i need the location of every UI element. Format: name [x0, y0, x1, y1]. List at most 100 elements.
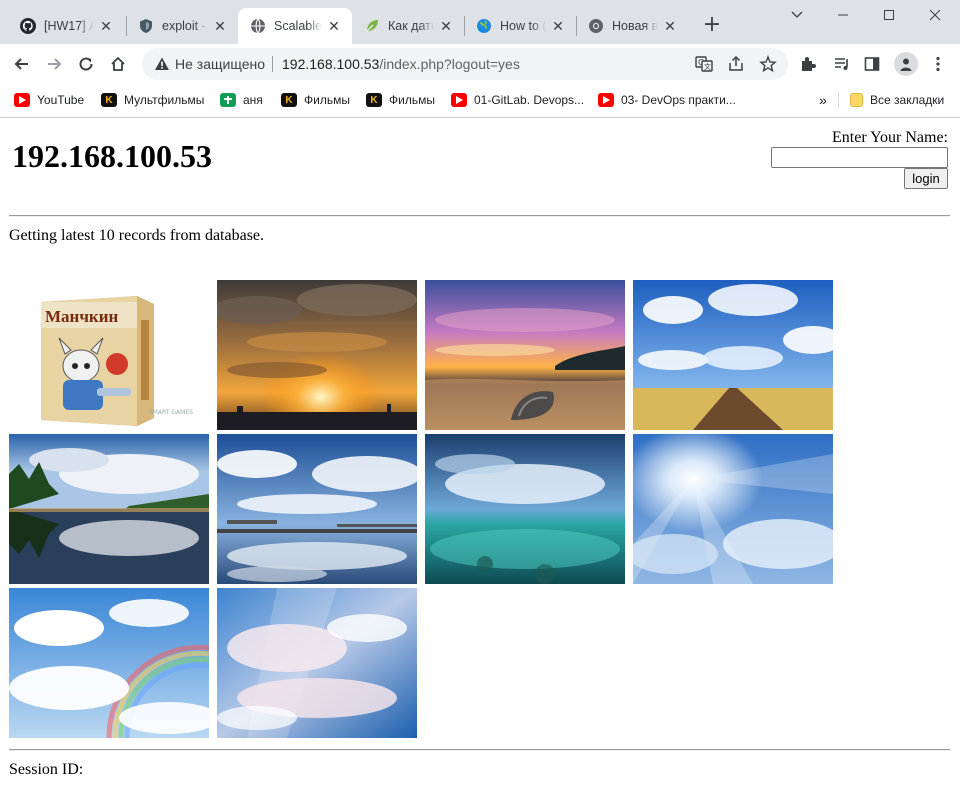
youtube-icon	[598, 93, 614, 107]
reload-button[interactable]	[72, 50, 100, 78]
tab-hw17[interactable]: [HW17] А ✕	[8, 8, 124, 44]
warning-icon[interactable]	[154, 56, 170, 75]
youtube-icon	[451, 93, 467, 107]
share-icon[interactable]	[726, 54, 746, 74]
page-content: 192.168.100.53 Enter Your Name: login Ge…	[0, 118, 960, 810]
bookmark-item[interactable]: YouTube	[14, 92, 84, 108]
all-bookmarks-button[interactable]: Все закладки	[850, 92, 944, 108]
person-icon	[900, 58, 912, 71]
translate-icon[interactable]: G文	[694, 54, 714, 74]
svg-text:文: 文	[704, 62, 711, 71]
tab-title: Как дать	[388, 19, 434, 33]
extensions-icon[interactable]	[798, 54, 818, 74]
forward-button[interactable]	[40, 50, 68, 78]
menu-kebab-icon[interactable]	[928, 54, 948, 74]
records-status-text: Getting latest 10 records from database.	[9, 227, 265, 244]
url-host: 192.168.100.53	[282, 56, 380, 72]
k-icon: K	[281, 93, 297, 107]
github-icon	[20, 18, 36, 34]
back-button[interactable]	[8, 50, 36, 78]
folder-icon	[850, 93, 863, 107]
k-icon: K	[101, 93, 117, 107]
url-text[interactable]: 192.168.100.53/index.php?logout=yes	[282, 56, 520, 72]
bookmarks-divider	[838, 92, 839, 108]
tab-title: exploit -	[162, 19, 206, 33]
bookmark-item[interactable]: K Фильмы	[366, 92, 435, 108]
minimize-icon	[838, 14, 848, 16]
horizontal-rule	[9, 215, 950, 217]
all-bookmarks-label: Все закладки	[870, 93, 945, 107]
close-tab-icon[interactable]: ✕	[98, 18, 114, 34]
home-icon	[111, 56, 125, 71]
media-control-icon[interactable]	[832, 54, 852, 74]
beach-sunset-rock-image	[425, 280, 625, 430]
browser-chrome: [HW17] А ✕ exploit - ✕ Scalable ✕ Как да…	[0, 0, 960, 118]
tab-strip: [HW17] А ✕ exploit - ✕ Scalable ✕ Как да…	[0, 0, 960, 44]
bookmark-label: аня	[243, 93, 263, 107]
bookmarks-overflow-button[interactable]: »	[819, 92, 827, 108]
green-cross-icon	[220, 93, 236, 107]
tab-title: [HW17] А	[44, 19, 94, 33]
tab-search-button[interactable]	[774, 0, 820, 30]
close-tab-icon[interactable]: ✕	[550, 18, 566, 34]
address-divider	[272, 56, 273, 72]
sun-rays-sky-image	[633, 434, 833, 584]
horizontal-rule	[9, 749, 950, 751]
reload-icon	[79, 57, 93, 71]
close-tab-icon[interactable]: ✕	[662, 18, 678, 34]
bookmark-label: Фильмы	[389, 93, 435, 107]
chevron-down-icon	[791, 11, 803, 18]
bookmark-item[interactable]: 01-GitLab. Devops...	[451, 92, 584, 108]
not-secure-label[interactable]: Не защищено	[175, 56, 265, 72]
globe-icon	[476, 18, 492, 34]
sunset-clouds-image	[217, 280, 417, 430]
globe-icon	[250, 18, 266, 34]
shield-icon	[138, 18, 154, 34]
box-title: Манчкин	[45, 307, 119, 326]
bookmark-star-icon[interactable]	[758, 54, 778, 74]
bookmarks-bar: YouTube K Мультфильмы аня K Фильмы K Фил…	[0, 84, 960, 117]
home-button[interactable]	[104, 50, 132, 78]
bookmark-label: Фильмы	[304, 93, 350, 107]
bookmark-item[interactable]: K Фильмы	[281, 92, 350, 108]
minimize-button[interactable]	[820, 0, 866, 30]
close-icon	[929, 9, 941, 21]
leaf-icon	[364, 18, 380, 34]
close-tab-icon[interactable]: ✕	[438, 18, 454, 34]
youtube-icon	[14, 93, 30, 107]
k-icon: K	[366, 93, 382, 107]
maximize-icon	[884, 10, 894, 20]
tab-exploit[interactable]: exploit - ✕	[126, 8, 238, 44]
close-tab-icon[interactable]: ✕	[212, 18, 228, 34]
arrow-left-icon	[14, 58, 28, 70]
bookmark-item[interactable]: аня	[220, 92, 263, 108]
munchkin-box-image: Манчкин SMART GAMES	[9, 280, 209, 430]
maximize-button[interactable]	[866, 0, 912, 30]
page-title: 192.168.100.53	[12, 138, 212, 174]
tab-new[interactable]: Новая в ✕	[576, 8, 688, 44]
tab-scalable[interactable]: Scalable ✕	[238, 8, 352, 44]
side-panel-icon[interactable]	[862, 54, 882, 74]
chevron-double-right-icon: »	[819, 92, 827, 108]
tab-title: Scalable	[274, 19, 322, 33]
profile-avatar[interactable]	[894, 52, 918, 76]
tab-kak-dat[interactable]: Как дать ✕	[352, 8, 464, 44]
toolbar: Не защищено 192.168.100.53/index.php?log…	[0, 44, 960, 84]
name-input[interactable]	[771, 147, 948, 168]
new-tab-button[interactable]: +	[700, 14, 724, 38]
turquoise-sea-image	[425, 434, 625, 584]
forest-lake-reflection-image	[9, 434, 209, 584]
chrome-icon	[588, 18, 604, 34]
session-id-label: Session ID:	[9, 761, 84, 778]
close-tab-icon[interactable]: ✕	[326, 18, 342, 34]
bookmark-label: YouTube	[37, 93, 85, 107]
bookmark-label: 01-GitLab. Devops...	[474, 93, 585, 107]
bookmark-item[interactable]: 03- DevOps практи...	[598, 92, 736, 108]
rainbow-clouds-image	[9, 588, 209, 738]
address-bar[interactable]: Не защищено 192.168.100.53/index.php?log…	[142, 48, 788, 80]
tab-how-to[interactable]: How to ( ✕	[464, 8, 576, 44]
pier-cloud-reflection-image	[217, 434, 417, 584]
login-button[interactable]: login	[904, 168, 948, 189]
close-window-button[interactable]	[912, 0, 958, 30]
bookmark-item[interactable]: K Мультфильмы	[101, 92, 204, 108]
